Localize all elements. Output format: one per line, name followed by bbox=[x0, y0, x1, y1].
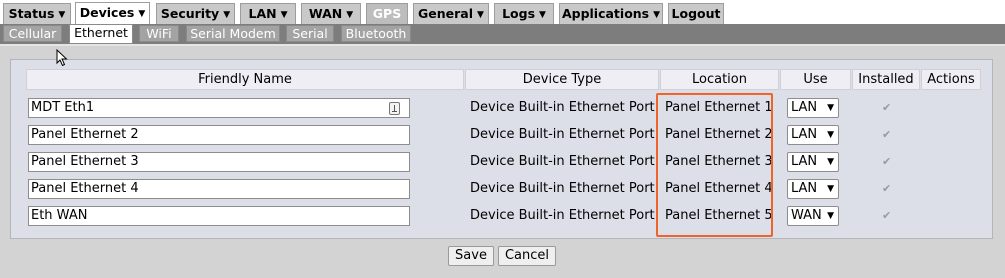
caret-down-icon: ▼ bbox=[827, 157, 834, 167]
caret-down-icon: ▼ bbox=[827, 184, 834, 194]
subnav-tab-cellular[interactable]: Cellular bbox=[3, 25, 62, 42]
device-type: Device Built-in Ethernet Port bbox=[470, 208, 655, 223]
nav-tab-logout-label: Logout bbox=[671, 6, 721, 21]
caret-down-icon: ▼ bbox=[346, 10, 354, 20]
main-nav: Status ▼ Devices ▼ Security ▼ LAN ▼ WAN ▼ GPS… bbox=[0, 0, 1005, 24]
use-select[interactable]: WAN ▼ bbox=[787, 206, 839, 226]
device-type: Device Built-in Ethernet Port bbox=[470, 127, 655, 142]
nav-tab-devices[interactable]: Devices ▼ bbox=[75, 2, 150, 24]
use-select-value: LAN bbox=[791, 154, 818, 169]
use-select[interactable]: LAN ▼ bbox=[787, 152, 839, 172]
header-location: Location bbox=[660, 69, 779, 90]
caret-down-icon: ▼ bbox=[138, 9, 146, 19]
header-actions: Actions bbox=[921, 69, 981, 90]
device-type: Device Built-in Ethernet Port bbox=[470, 181, 655, 196]
mouse-cursor-icon bbox=[56, 49, 68, 67]
caret-down-icon: ▼ bbox=[223, 10, 231, 20]
caret-down-icon: ▼ bbox=[653, 10, 661, 20]
nav-tab-security-label: Security bbox=[160, 6, 220, 21]
caret-down-icon: ▼ bbox=[477, 10, 484, 20]
subnav-tab-bluetooth[interactable]: Bluetooth bbox=[341, 25, 411, 42]
nav-tab-status[interactable]: Status ▼ bbox=[3, 3, 71, 24]
ethernet-devices-table: Friendly Name Device Type Location Use I… bbox=[10, 59, 993, 239]
cancel-button[interactable]: Cancel bbox=[498, 246, 556, 266]
caret-down-icon: ▼ bbox=[827, 103, 834, 113]
use-select[interactable]: LAN ▼ bbox=[787, 179, 839, 199]
use-select-value: WAN bbox=[791, 208, 822, 223]
subnav-tab-serial-modem[interactable]: Serial Modem bbox=[186, 25, 280, 42]
use-select[interactable]: LAN ▼ bbox=[787, 98, 839, 118]
nav-tab-devices-label: Devices bbox=[79, 5, 135, 20]
nav-tab-gps[interactable]: GPS bbox=[366, 3, 408, 24]
caret-down-icon: ▼ bbox=[827, 130, 834, 140]
location-highlight-box bbox=[656, 93, 773, 237]
nav-tab-logs[interactable]: Logs ▼ bbox=[494, 3, 554, 24]
nav-tab-logout[interactable]: Logout bbox=[668, 3, 724, 24]
nav-tab-applications-label: Applications bbox=[561, 6, 650, 21]
use-select-value: LAN bbox=[791, 181, 818, 196]
nav-tab-general[interactable]: General ▼ bbox=[413, 3, 489, 24]
save-button[interactable]: Save bbox=[448, 246, 494, 266]
nav-tab-security[interactable]: Security ▼ bbox=[156, 3, 235, 24]
friendly-name-value: Eth WAN bbox=[31, 208, 88, 223]
nav-tab-wan[interactable]: WAN ▼ bbox=[301, 3, 361, 24]
installed-checkbox[interactable]: ✔ bbox=[882, 210, 893, 221]
friendly-name-input[interactable]: Panel Ethernet 3 bbox=[28, 152, 410, 172]
friendly-name-input[interactable]: Panel Ethernet 4 bbox=[28, 179, 410, 199]
device-type: Device Built-in Ethernet Port bbox=[470, 100, 655, 115]
nav-tab-logs-label: Logs bbox=[502, 6, 536, 21]
header-use: Use bbox=[780, 69, 851, 90]
caret-down-icon: ▼ bbox=[58, 10, 66, 20]
friendly-name-input[interactable]: Eth WAN bbox=[28, 206, 410, 226]
password-manager-icon[interactable] bbox=[389, 102, 400, 115]
use-select-value: LAN bbox=[791, 100, 818, 115]
use-select[interactable]: LAN ▼ bbox=[787, 125, 839, 145]
subnav-tab-wifi[interactable]: WiFi bbox=[139, 25, 179, 42]
friendly-name-value: Panel Ethernet 3 bbox=[31, 154, 139, 169]
subnav-tab-serial[interactable]: Serial bbox=[286, 25, 334, 42]
header-friendly-name: Friendly Name bbox=[26, 69, 464, 90]
caret-down-icon: ▼ bbox=[280, 10, 288, 20]
nav-tab-applications[interactable]: Applications ▼ bbox=[559, 3, 663, 24]
device-type: Device Built-in Ethernet Port bbox=[470, 154, 655, 169]
caret-down-icon: ▼ bbox=[827, 211, 834, 221]
friendly-name-input[interactable]: Panel Ethernet 2 bbox=[28, 125, 410, 145]
friendly-name-input[interactable]: MDT Eth1 bbox=[28, 98, 410, 118]
nav-tab-status-label: Status bbox=[8, 6, 55, 21]
header-installed: Installed bbox=[852, 69, 920, 90]
sub-nav: Cellular Ethernet WiFi Serial Modem Seri… bbox=[0, 24, 1005, 44]
friendly-name-value: Panel Ethernet 2 bbox=[31, 127, 139, 142]
header-device-type: Device Type bbox=[465, 69, 659, 90]
use-select-value: LAN bbox=[791, 127, 818, 142]
friendly-name-value: MDT Eth1 bbox=[31, 100, 95, 115]
nav-tab-lan-label: LAN bbox=[248, 6, 277, 21]
caret-down-icon: ▼ bbox=[539, 10, 546, 20]
content-area: Friendly Name Device Type Location Use I… bbox=[0, 46, 1005, 278]
installed-checkbox[interactable]: ✔ bbox=[882, 156, 893, 167]
installed-checkbox[interactable]: ✔ bbox=[882, 102, 893, 113]
nav-tab-wan-label: WAN bbox=[308, 6, 343, 21]
installed-checkbox[interactable]: ✔ bbox=[882, 183, 893, 194]
subnav-tab-ethernet[interactable]: Ethernet bbox=[69, 24, 133, 44]
nav-tab-general-label: General bbox=[418, 6, 474, 21]
nav-tab-lan[interactable]: LAN ▼ bbox=[240, 3, 296, 24]
friendly-name-value: Panel Ethernet 4 bbox=[31, 181, 139, 196]
nav-tab-gps-label: GPS bbox=[372, 6, 402, 21]
installed-checkbox[interactable]: ✔ bbox=[882, 129, 893, 140]
